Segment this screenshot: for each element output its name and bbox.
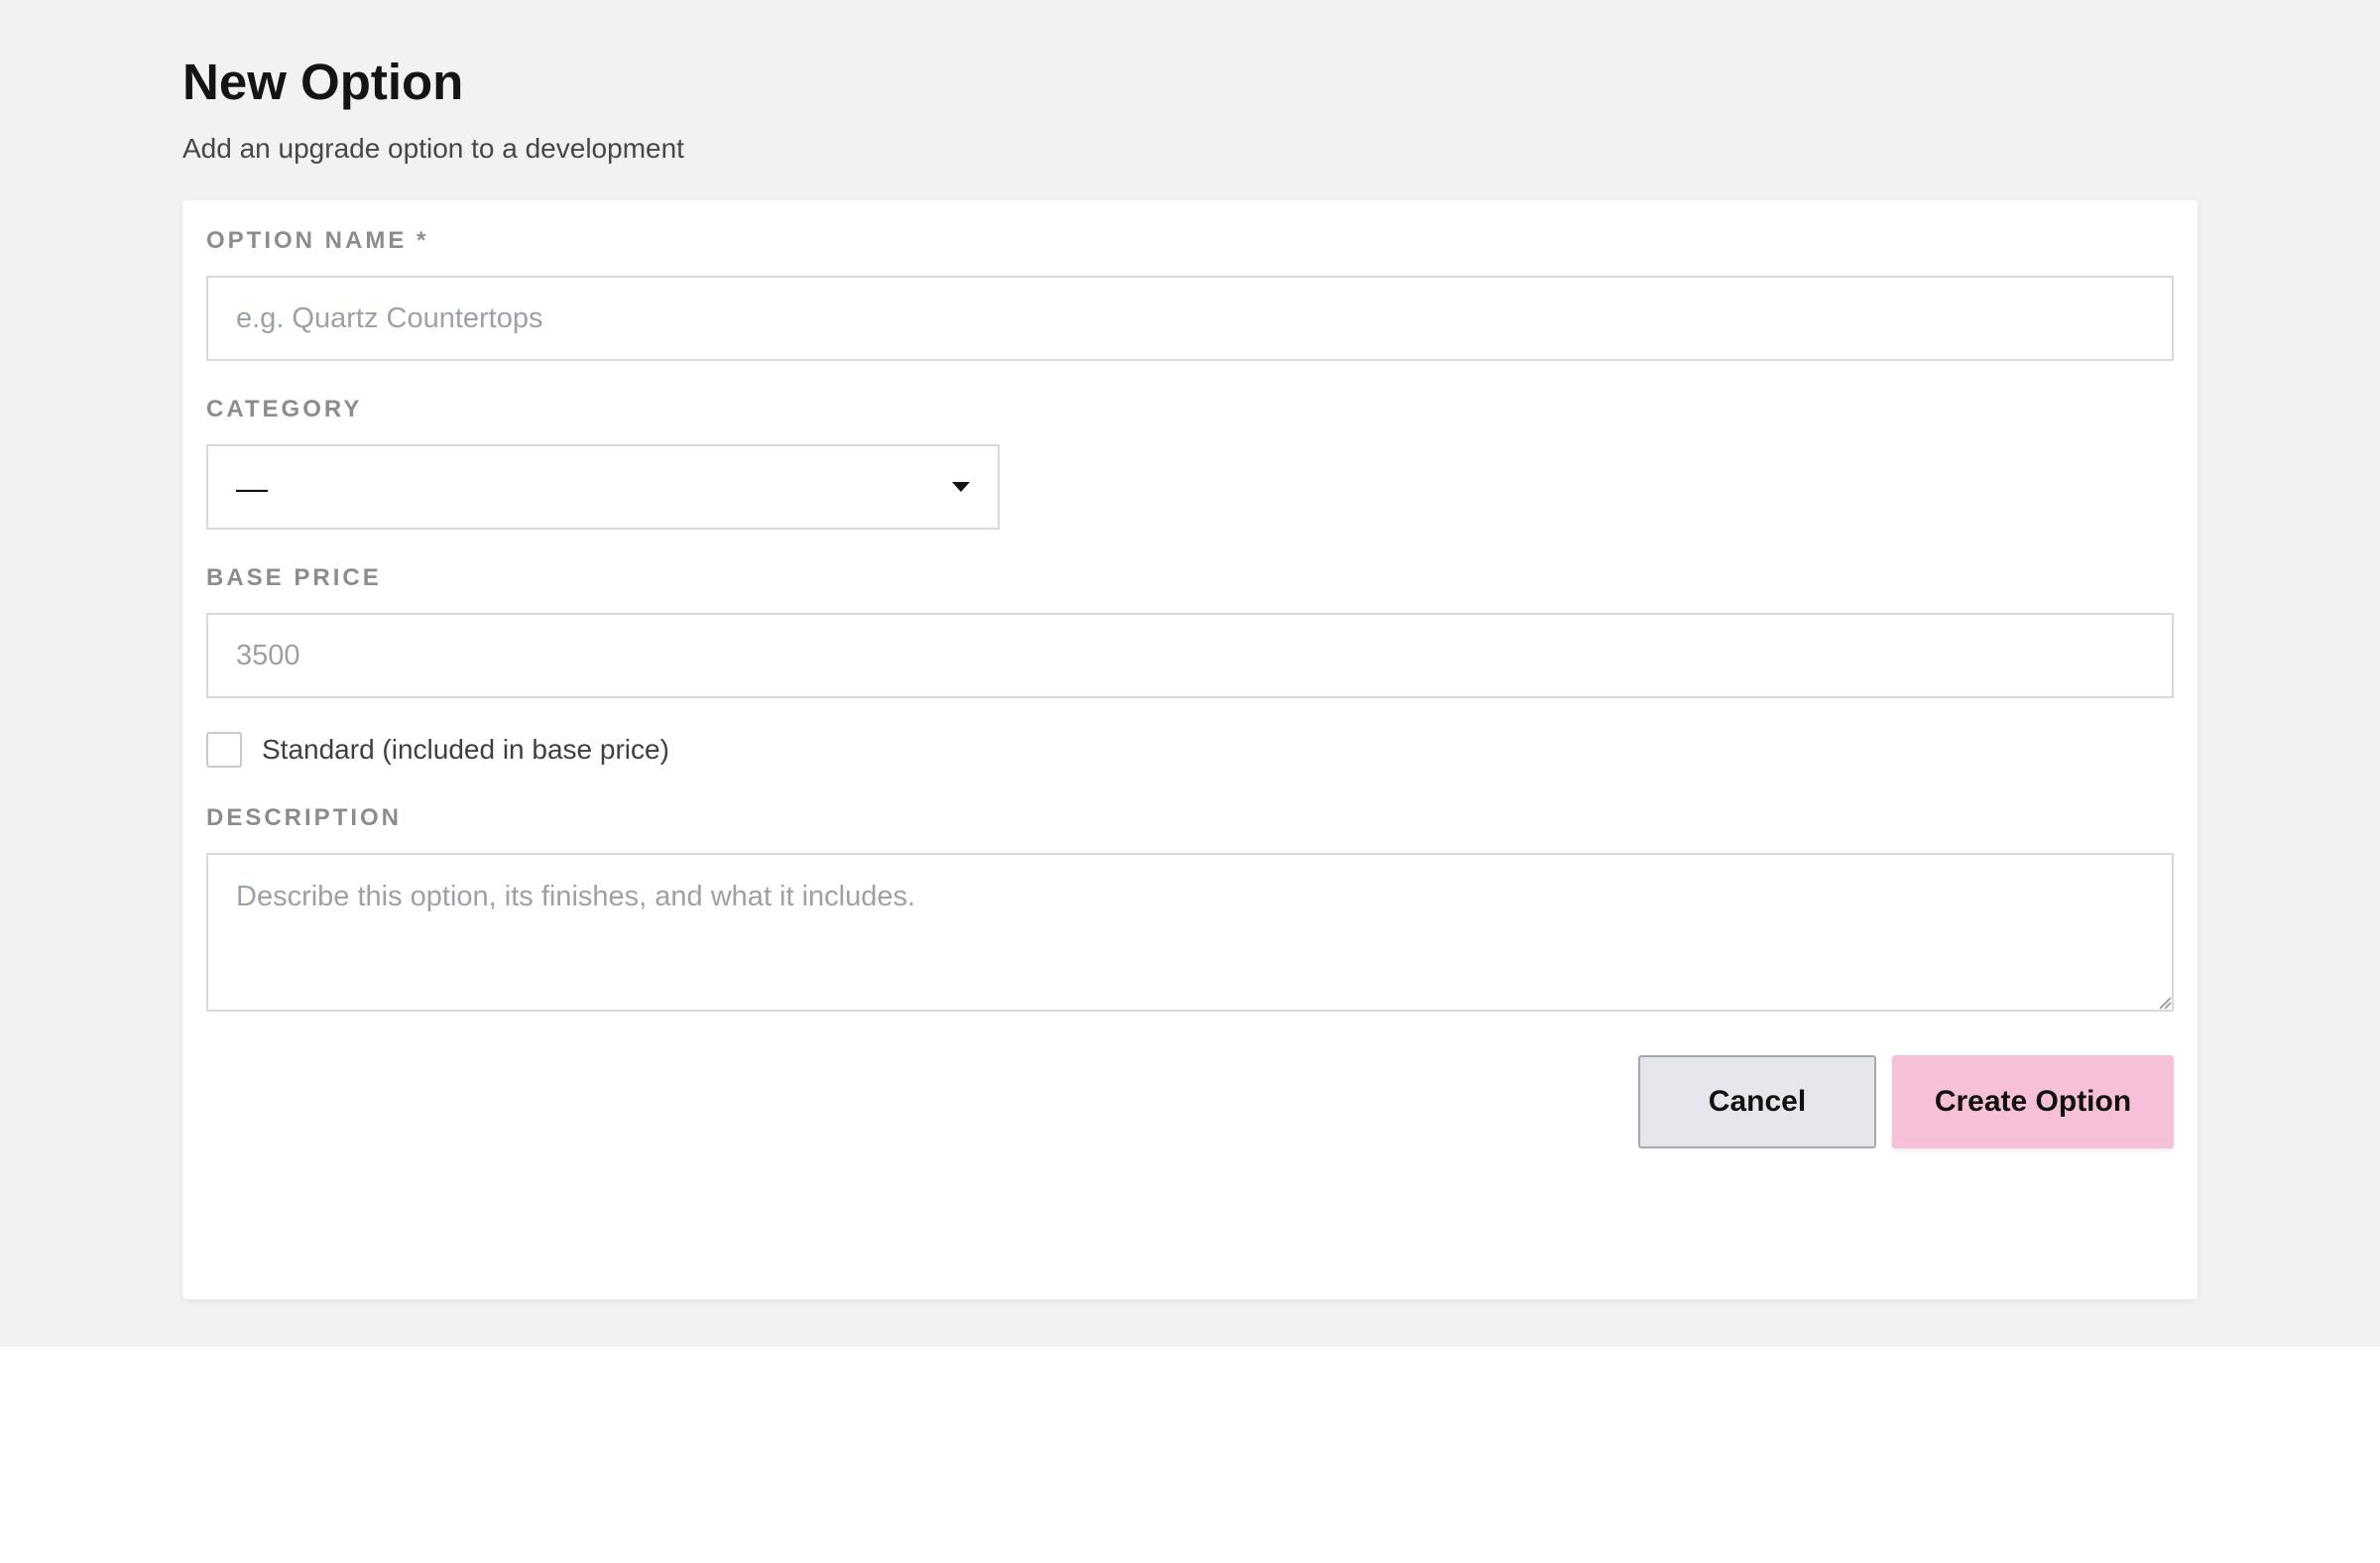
page-title: New Option bbox=[182, 54, 464, 110]
standard-checkbox-label[interactable]: Standard (included in base price) bbox=[262, 732, 669, 768]
description-label: DESCRIPTION bbox=[206, 804, 403, 831]
new-option-form: OPTION NAME * CATEGORY — BASE PRICE Stan… bbox=[182, 200, 2198, 1299]
category-selected-value: — bbox=[236, 470, 268, 506]
base-price-input[interactable] bbox=[206, 613, 2174, 698]
option-name-input[interactable] bbox=[206, 276, 2174, 361]
standard-checkbox[interactable] bbox=[206, 732, 242, 768]
base-price-label: BASE PRICE bbox=[206, 564, 382, 591]
category-label: CATEGORY bbox=[206, 396, 363, 422]
option-name-label: OPTION NAME * bbox=[206, 227, 429, 254]
chevron-down-icon bbox=[952, 482, 970, 492]
create-option-button[interactable]: Create Option bbox=[1892, 1055, 2174, 1148]
category-select[interactable]: — bbox=[206, 444, 1000, 530]
cancel-button[interactable]: Cancel bbox=[1638, 1055, 1876, 1148]
description-textarea[interactable] bbox=[206, 853, 2174, 1012]
page-subtitle: Add an upgrade option to a development bbox=[182, 133, 684, 164]
resize-handle-icon[interactable] bbox=[2158, 996, 2172, 1010]
